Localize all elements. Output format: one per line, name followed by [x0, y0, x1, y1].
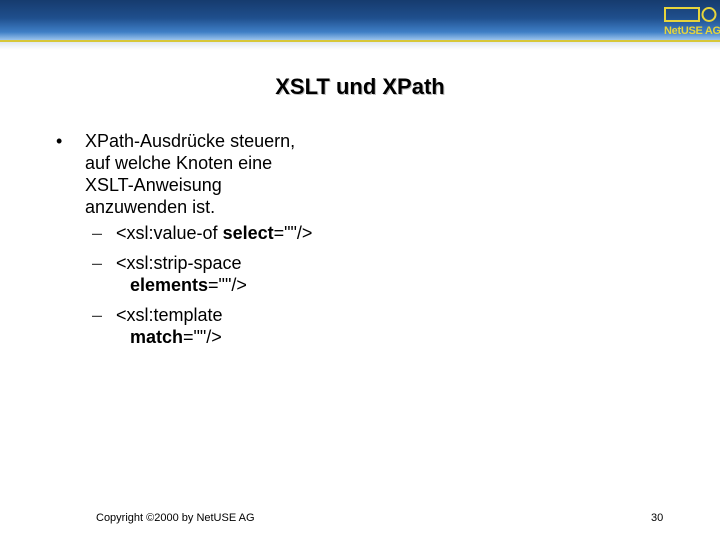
dash-mark: –	[92, 223, 103, 243]
logo-shapes-icon	[664, 7, 717, 22]
code-text: <xsl:template	[116, 305, 223, 325]
code-text: <xsl:strip-space	[116, 253, 242, 273]
header-fade	[0, 42, 720, 50]
sub-list: – <xsl:value-of select=""/> – <xsl:strip…	[56, 222, 476, 348]
sub-item-value-of: – <xsl:value-of select=""/>	[56, 222, 476, 244]
netuse-logo: NetUSE AG	[664, 6, 720, 40]
bullet-item: • XPath-Ausdrücke steuern, auf welche Kn…	[56, 130, 476, 218]
code-text: =""/>	[273, 223, 313, 243]
code-continuation: match=""/>	[116, 326, 476, 348]
slide-title: XSLT und XPath	[275, 74, 445, 99]
sub-item-strip-space: – <xsl:strip-space elements=""/>	[56, 252, 476, 296]
bullet-line: XSLT-Anweisung	[85, 175, 222, 195]
bullet-mark: •	[56, 131, 63, 151]
code-text: <xsl:value-of	[116, 223, 223, 243]
code-continuation: elements=""/>	[116, 274, 476, 296]
header-band	[0, 0, 720, 40]
dash-mark: –	[92, 253, 103, 273]
bullet-line: XPath-Ausdrücke steuern,	[85, 131, 296, 151]
page-number: 30	[651, 512, 664, 524]
logo-text: NetUSE AG	[664, 25, 720, 37]
code-text: =""/>	[183, 327, 222, 347]
slide-body: • XPath-Ausdrücke steuern, auf welche Kn…	[56, 130, 476, 356]
code-text: =""/>	[208, 275, 247, 295]
code-attr: match	[130, 327, 184, 347]
footer-copyright: Copyright ©2000 by NetUSE AG	[96, 512, 255, 524]
dash-mark: –	[92, 305, 103, 325]
slide: NetUSE AG XSLT und XPath • XPath-Ausdrüc…	[0, 0, 720, 540]
bullet-line: auf welche Knoten eine	[85, 153, 273, 173]
code-attr: select	[222, 223, 274, 243]
code-attr: elements	[130, 275, 209, 295]
sub-item-template: – <xsl:template match=""/>	[56, 304, 476, 348]
bullet-line: anzuwenden ist.	[85, 197, 216, 217]
